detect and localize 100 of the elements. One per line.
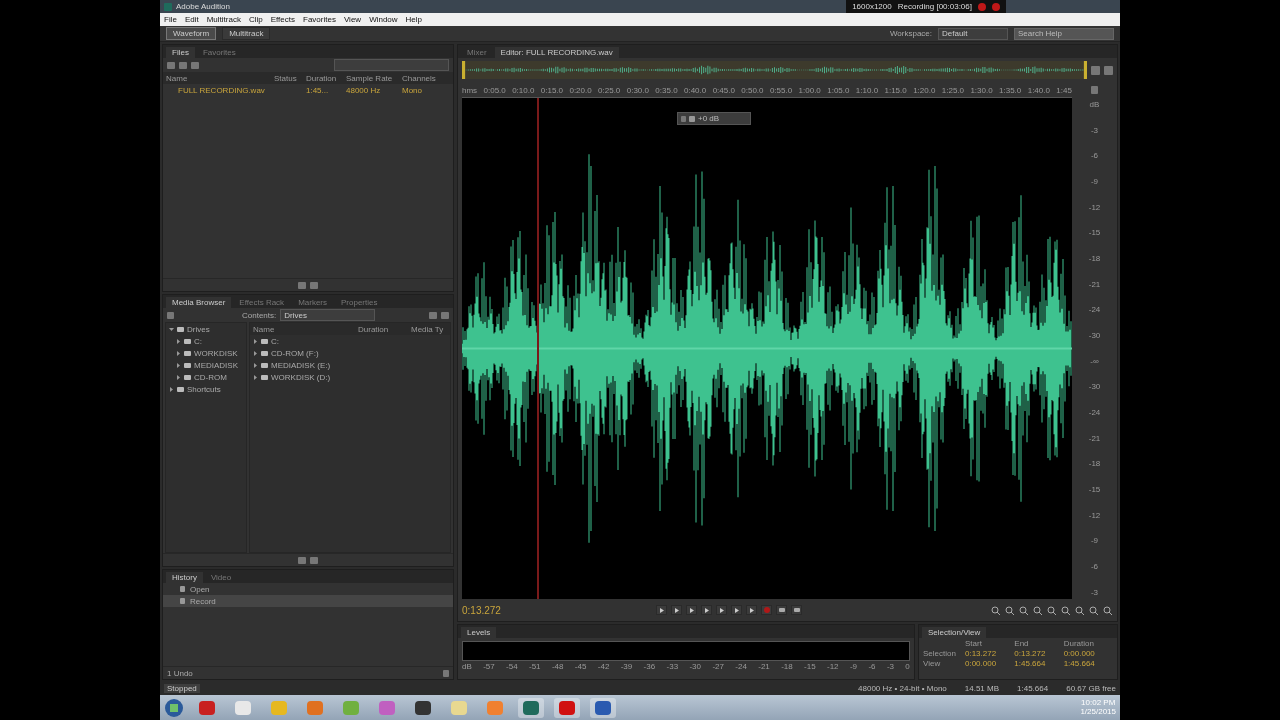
tree-item[interactable]: Shortcuts bbox=[187, 384, 221, 394]
menu-item[interactable]: Clip bbox=[248, 15, 263, 24]
play-button[interactable] bbox=[671, 605, 682, 615]
time-field[interactable]: 1:45.664 bbox=[1063, 659, 1113, 668]
taskbar-app-icon[interactable] bbox=[518, 697, 544, 718]
menu-item[interactable]: Multitrack bbox=[206, 15, 241, 24]
time-field[interactable]: 0:13.272 bbox=[1014, 649, 1064, 658]
menu-item[interactable]: Help bbox=[405, 15, 423, 24]
scale-label: -3 bbox=[1090, 125, 1099, 135]
list-item[interactable]: C: bbox=[271, 336, 279, 346]
panel-tab[interactable]: Editor: FULL RECORDING.wav bbox=[494, 47, 619, 58]
panel-tab[interactable]: Files bbox=[166, 47, 195, 58]
meter-label: -6 bbox=[868, 662, 876, 671]
mode-button[interactable]: Multitrack bbox=[222, 27, 271, 40]
time-field[interactable]: 0:00.000 bbox=[965, 659, 1015, 668]
panel-tab[interactable]: Properties bbox=[335, 297, 384, 308]
time-field[interactable]: 1:45.664 bbox=[1014, 659, 1064, 668]
search-field[interactable]: Search Help bbox=[1014, 27, 1114, 40]
menu-item[interactable]: View bbox=[343, 15, 362, 24]
taskbar-app-icon[interactable] bbox=[554, 697, 580, 718]
menu-item[interactable]: File bbox=[164, 15, 177, 24]
overview-waveform-drawing[interactable] bbox=[462, 61, 1087, 79]
loop-button[interactable] bbox=[776, 605, 787, 615]
list-item[interactable]: MEDIADISK (E:) bbox=[271, 360, 331, 370]
ruler-label: 0:20.0 bbox=[569, 86, 592, 97]
filter-field[interactable] bbox=[334, 59, 449, 71]
meter-label: -42 bbox=[597, 662, 610, 671]
ruler-label: 0:50.0 bbox=[741, 86, 764, 97]
scale-label: -6 bbox=[1090, 151, 1099, 161]
column-header[interactable]: Duration bbox=[306, 73, 346, 83]
pause-button[interactable] bbox=[686, 605, 697, 615]
tree-item[interactable]: C: bbox=[194, 336, 202, 346]
scale-label: -18 bbox=[1088, 459, 1101, 469]
meter-label: -15 bbox=[804, 662, 816, 671]
triangle-icon bbox=[673, 607, 680, 613]
tree-item[interactable]: MEDIADISK bbox=[194, 360, 238, 370]
panel-tab[interactable]: Markers bbox=[292, 297, 333, 308]
menu-item[interactable]: Edit bbox=[184, 15, 199, 24]
time-field[interactable]: 0:00.000 bbox=[1063, 649, 1113, 658]
panel-tab[interactable]: Video bbox=[204, 572, 238, 583]
record-icon bbox=[763, 607, 770, 613]
meter-label: -33 bbox=[666, 662, 679, 671]
ruler-label: 1:20.0 bbox=[913, 86, 936, 97]
list-item[interactable]: WORKDISK (D:) bbox=[271, 372, 331, 382]
column-header[interactable]: Sample Rate bbox=[346, 73, 402, 83]
meter-label: -48 bbox=[551, 662, 564, 671]
contents-dropdown[interactable]: Drives bbox=[280, 309, 376, 321]
history-item[interactable]: Open bbox=[190, 584, 450, 594]
meter-label: -12 bbox=[827, 662, 839, 671]
expanded-arrow-icon[interactable] bbox=[169, 326, 174, 332]
meter-label: 0 bbox=[905, 662, 910, 671]
scale-label: -9 bbox=[1090, 177, 1099, 186]
rewind-button[interactable] bbox=[716, 605, 727, 615]
panel-tab[interactable]: Media Browser bbox=[166, 297, 232, 308]
meter-label: -27 bbox=[712, 662, 724, 671]
triangle-icon bbox=[748, 607, 755, 613]
file-name[interactable]: FULL RECORDING.wav bbox=[166, 85, 274, 95]
column-header[interactable]: Channels bbox=[402, 73, 450, 83]
menu-item[interactable]: Effects bbox=[270, 15, 295, 24]
start-button[interactable] bbox=[164, 697, 184, 718]
end-button[interactable] bbox=[746, 605, 757, 615]
ruler-label: 1:45 bbox=[1056, 86, 1072, 97]
forward-button[interactable] bbox=[731, 605, 742, 615]
skip-button[interactable] bbox=[791, 605, 802, 615]
ruler-label: hms bbox=[462, 86, 478, 97]
column-header[interactable]: Name bbox=[253, 324, 358, 334]
scale-label: -21 bbox=[1088, 433, 1101, 443]
ruler-label: 0:05.0 bbox=[483, 86, 506, 97]
meter-label: -30 bbox=[689, 662, 701, 671]
scale-label: -9 bbox=[1090, 536, 1099, 546]
table-cell-text: Mono bbox=[402, 85, 423, 95]
column-header[interactable]: Media Ty bbox=[411, 324, 447, 334]
ruler-label: 0:40.0 bbox=[684, 86, 707, 97]
column-header[interactable]: Status bbox=[274, 73, 306, 83]
column-header[interactable]: Name bbox=[166, 73, 274, 83]
mode-button[interactable]: Waveform bbox=[166, 27, 217, 40]
start-button[interactable] bbox=[701, 605, 712, 615]
time-field[interactable]: 0:13.272 bbox=[965, 649, 1015, 658]
panel-tab[interactable]: Selection/View bbox=[922, 627, 987, 638]
window-title: Adobe Audition bbox=[176, 2, 231, 11]
meter-label: -24 bbox=[735, 662, 747, 671]
triangle-icon bbox=[688, 607, 695, 613]
list-item[interactable]: CD-ROM (F:) bbox=[271, 348, 319, 358]
taskbar-app-icon[interactable] bbox=[590, 697, 616, 718]
ruler-label: 1:10.0 bbox=[855, 86, 879, 97]
panel-tab[interactable]: Favorites bbox=[196, 47, 242, 58]
panel-tab[interactable]: Levels bbox=[461, 627, 497, 638]
panel-tab[interactable]: History bbox=[166, 572, 203, 583]
stop-button[interactable] bbox=[656, 605, 667, 615]
tree-item[interactable]: CD-ROM bbox=[194, 372, 227, 382]
panel-tab[interactable]: Effects Rack bbox=[233, 297, 291, 308]
column-header[interactable]: Duration bbox=[358, 324, 411, 334]
ruler-label: 1:40.0 bbox=[1027, 86, 1050, 97]
menu-item[interactable]: Window bbox=[369, 15, 398, 24]
tree-item[interactable]: WORKDISK bbox=[194, 348, 238, 358]
workspace-dropdown[interactable]: Default bbox=[938, 27, 1008, 40]
panel-tab[interactable]: Mixer bbox=[461, 47, 493, 58]
menu-item[interactable]: Favorites bbox=[303, 15, 336, 24]
record-icon[interactable] bbox=[978, 2, 986, 11]
tree-item[interactable]: Drives bbox=[187, 324, 210, 334]
